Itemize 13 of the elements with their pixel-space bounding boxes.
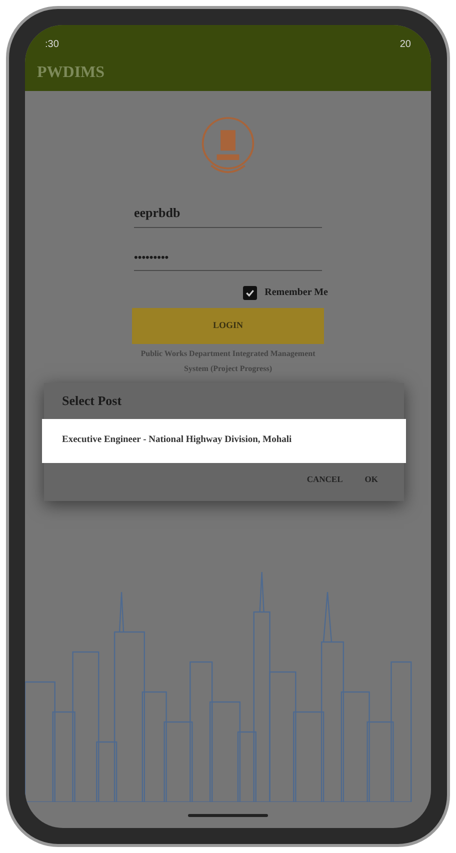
password-field[interactable]: •••••••••	[134, 250, 322, 271]
login-button[interactable]: LOGIN	[132, 308, 324, 344]
remember-me-label: Remember Me	[264, 286, 328, 300]
status-time: :30	[45, 38, 59, 52]
post-option[interactable]: Executive Engineer - National Highway Division, Mohali	[42, 418, 406, 462]
app-title: PWDIMS	[37, 63, 105, 83]
checkmark-icon	[244, 288, 255, 298]
battery-level: 20	[400, 38, 411, 52]
remember-checkbox[interactable]	[242, 286, 257, 300]
dialog-title: Select Post	[61, 392, 123, 410]
dialog-button[interactable]: CANCEL	[306, 472, 343, 486]
dialog-button[interactable]: OK	[364, 472, 378, 486]
username-field[interactable]: eeprbdb	[134, 203, 322, 228]
